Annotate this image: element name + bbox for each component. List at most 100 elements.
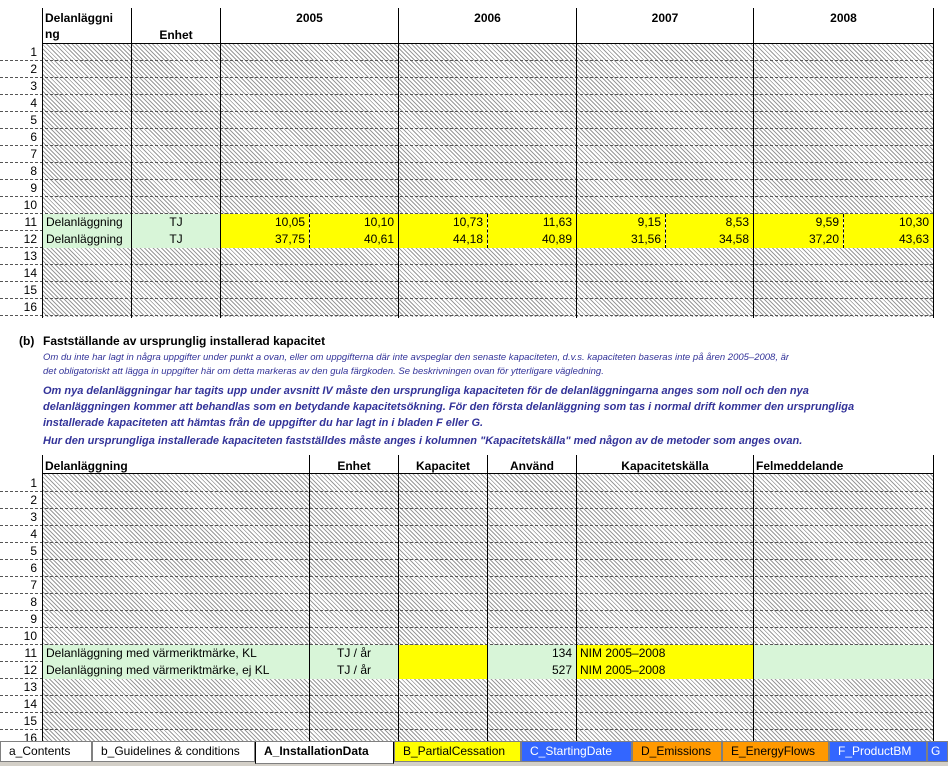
- t1-row12-name[interactable]: Delanläggning: [43, 231, 131, 248]
- tab-c-startingdate[interactable]: C_StartingDate: [521, 742, 632, 762]
- t2-header-bottom-border: [43, 473, 933, 474]
- t1-row-number: 16: [0, 299, 40, 316]
- t1-value-cell[interactable]: 9,59: [754, 214, 843, 231]
- t1-value-cell[interactable]: 44,18: [399, 231, 487, 248]
- t1-row-separator: [0, 196, 933, 197]
- t2-row-separator: [0, 491, 933, 492]
- t2-row-number: 6: [0, 560, 40, 577]
- t1-value-cell[interactable]: 11,63: [488, 214, 576, 231]
- t2-row-separator: [0, 712, 933, 713]
- t2-row-number: 11: [0, 645, 40, 662]
- t2-vline-right: [933, 455, 934, 742]
- tab-a-contents[interactable]: a_Contents: [0, 742, 92, 762]
- t2-row11-anvand[interactable]: 134: [488, 645, 576, 662]
- t1-row12-unit[interactable]: TJ: [132, 231, 220, 248]
- t2-row-separator: [0, 627, 933, 628]
- t1-value-cell[interactable]: 10,30: [844, 214, 933, 231]
- t2-header-anvand: Använd: [509, 459, 554, 473]
- t1-vline-a: [131, 8, 132, 318]
- t1-header-delanlaggning-line2: ng: [45, 27, 60, 41]
- t1-value-cell[interactable]: 31,56: [577, 231, 665, 248]
- table1-body: [43, 44, 933, 317]
- t1-vdash-2007: [665, 214, 666, 248]
- t1-row-number: 13: [0, 248, 40, 265]
- t2-row-separator: [0, 559, 933, 560]
- t2-row11-kapacitet[interactable]: [399, 645, 487, 662]
- t1-value-cell[interactable]: 37,75: [221, 231, 309, 248]
- t2-row12-kalla[interactable]: NIM 2005–2008: [577, 662, 753, 679]
- tab-g[interactable]: G: [927, 742, 948, 762]
- t1-vline-d: [576, 8, 577, 318]
- t2-row12-anvand[interactable]: 527: [488, 662, 576, 679]
- t1-value-cell[interactable]: 34,58: [666, 231, 753, 248]
- t2-row-number: 10: [0, 628, 40, 645]
- t1-value-cell[interactable]: 8,53: [666, 214, 753, 231]
- section-b-label: (b): [19, 334, 35, 348]
- t2-row-separator: [0, 695, 933, 696]
- tab-e-energyflows[interactable]: E_EnergyFlows: [722, 742, 829, 762]
- t1-row11-name[interactable]: Delanläggning: [43, 214, 131, 231]
- t1-row-number: 14: [0, 265, 40, 282]
- t1-vline-e: [753, 8, 754, 318]
- tab-a-installationdata[interactable]: A_InstallationData: [255, 742, 394, 764]
- section-b-para2-line3: installerade kapaciteten att hämtas från…: [43, 417, 484, 429]
- t2-row-number: 8: [0, 594, 40, 611]
- t2-row-number: 1: [0, 475, 40, 492]
- t2-row-number: 15: [0, 713, 40, 730]
- t1-value-cell[interactable]: 9,15: [577, 214, 665, 231]
- t2-vline-c: [487, 455, 488, 742]
- t2-row12-fel[interactable]: [754, 662, 933, 679]
- sheet-tab-bar: a_Contents b_Guidelines & conditions A_I…: [0, 741, 948, 766]
- t1-header-delanlaggning: Delanläggni ng: [45, 10, 131, 42]
- t2-row12-unit[interactable]: TJ / år: [310, 662, 398, 679]
- t1-row-separator: [0, 145, 933, 146]
- t1-row11-unit[interactable]: TJ: [132, 214, 220, 231]
- t1-value-cell[interactable]: 40,89: [488, 231, 576, 248]
- t2-row11-name[interactable]: Delanläggning med värmeriktmärke, KL: [43, 645, 309, 662]
- t1-row-separator: [0, 179, 933, 180]
- t2-row-number: 7: [0, 577, 40, 594]
- t2-row11-unit[interactable]: TJ / år: [310, 645, 398, 662]
- t1-header-delanlaggning-line1: Delanläggni: [45, 11, 114, 25]
- t1-vline-c: [398, 8, 399, 318]
- t1-row-separator: [0, 94, 933, 95]
- t2-row-number: 12: [0, 662, 40, 679]
- t1-row-number: 8: [0, 163, 40, 180]
- t1-value-cell[interactable]: 10,73: [399, 214, 487, 231]
- t1-vline-right: [933, 8, 934, 318]
- t1-vdash-2006: [487, 214, 488, 248]
- tab-d-emissions[interactable]: D_Emissions: [632, 742, 722, 762]
- t2-row11-fel[interactable]: [754, 645, 933, 662]
- t2-vline-e: [753, 455, 754, 742]
- t1-row-separator: [0, 315, 933, 316]
- t1-value-cell[interactable]: 10,05: [221, 214, 309, 231]
- tab-b-partialcessation[interactable]: B_PartialCessation: [394, 742, 521, 762]
- t2-row-number: 13: [0, 679, 40, 696]
- t1-row-separator: [0, 162, 933, 163]
- t1-row-number: 12: [0, 231, 40, 248]
- t2-row-number: 2: [0, 492, 40, 509]
- t2-header-kapacitetskalla: Kapacitetskälla: [621, 459, 709, 473]
- t1-row-number: 1: [0, 44, 40, 61]
- t1-value-cell[interactable]: 10,10: [310, 214, 398, 231]
- t2-row12-kapacitet[interactable]: [399, 662, 487, 679]
- t1-value-cell[interactable]: 37,20: [754, 231, 843, 248]
- t2-row-separator: [0, 593, 933, 594]
- t2-row11-kalla[interactable]: NIM 2005–2008: [577, 645, 753, 662]
- t2-row-separator: [0, 610, 933, 611]
- t1-row-number: 11: [0, 214, 40, 231]
- table2-body: [43, 474, 933, 741]
- section-b-title: Fastställande av ursprunglig installerad…: [43, 334, 326, 348]
- t1-value-cell[interactable]: 43,63: [844, 231, 933, 248]
- t1-row-separator: [0, 60, 933, 61]
- section-b-para2-line1: Om nya delanläggningar har tagits upp un…: [43, 385, 809, 397]
- t2-header-kapacitet: Kapacitet: [415, 459, 471, 473]
- t1-row-separator: [0, 77, 933, 78]
- t2-vline-left: [42, 455, 43, 742]
- tab-f-productbm[interactable]: F_ProductBM: [829, 742, 927, 762]
- t1-row-number: 9: [0, 180, 40, 197]
- t2-row12-name[interactable]: Delanläggning med värmeriktmärke, ej KL: [43, 662, 309, 679]
- tab-b-guidelines[interactable]: b_Guidelines & conditions: [92, 742, 255, 762]
- t1-value-cell[interactable]: 40,61: [310, 231, 398, 248]
- t1-vdash-2005: [309, 214, 310, 248]
